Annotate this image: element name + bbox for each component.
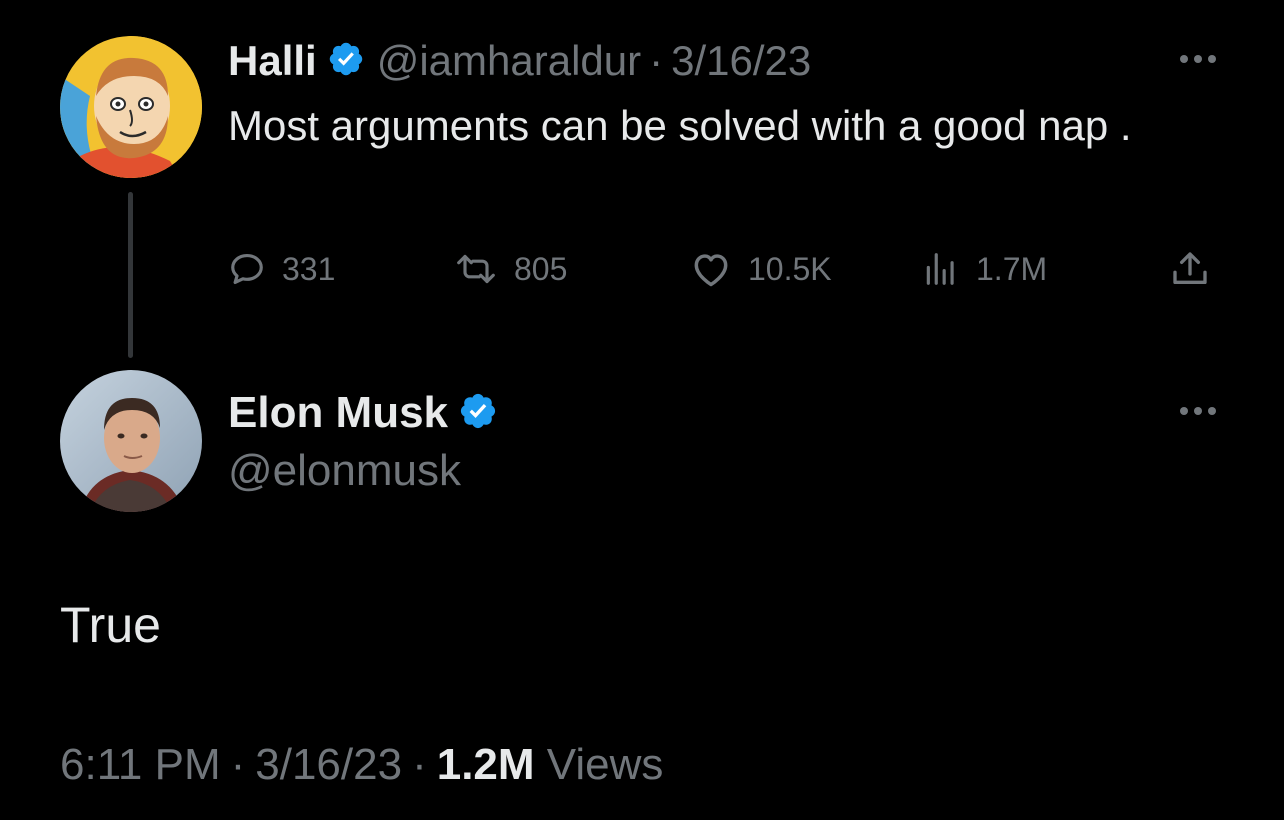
like-count: 10.5K	[748, 250, 832, 287]
reply-tweet-text: True	[60, 597, 161, 653]
views-button[interactable]: 1.7M	[922, 246, 1047, 292]
heart-icon	[694, 254, 728, 287]
separator-dot: ·	[649, 37, 664, 84]
reply-icon	[231, 253, 263, 285]
parent-tweet-date[interactable]: 3/16/23	[671, 37, 811, 84]
views-chart-icon	[926, 253, 954, 285]
share-icon	[1173, 252, 1207, 284]
parent-more-options-icon[interactable]	[1168, 44, 1228, 74]
parent-author-name[interactable]: Halli	[228, 37, 317, 85]
reply-views-count[interactable]: 1.2M	[437, 740, 535, 789]
reply-views-label: Views	[546, 740, 664, 789]
reply-tweet-time[interactable]: 6:11 PM	[60, 740, 221, 789]
parent-handle-and-date: @iamharaldur · 3/16/23	[377, 37, 812, 85]
separator-dot: ·	[230, 740, 246, 789]
verified-badge-icon	[458, 391, 498, 436]
views-count: 1.7M	[976, 250, 1048, 287]
retweet-button[interactable]: 805	[454, 246, 567, 292]
retweet-icon	[457, 254, 495, 284]
reply-tweet-date[interactable]: 3/16/23	[255, 740, 402, 789]
cartoon-avatar-icon	[60, 36, 202, 178]
reply-more-options-icon[interactable]	[1168, 396, 1228, 426]
share-button[interactable]	[1168, 246, 1212, 292]
reply-count: 331	[282, 250, 336, 287]
parent-author-handle[interactable]: @iamharaldur	[377, 37, 641, 84]
reply-tweet-meta: 6:11 PM · 3/16/23 · 1.2M Views	[60, 740, 663, 790]
reply-author-header: Elon Musk	[228, 386, 498, 440]
halli-avatar[interactable]	[60, 36, 202, 178]
parent-tweet-header: Halli @iamharaldur · 3/16/23	[228, 36, 811, 86]
thread-connector-line	[128, 192, 133, 358]
elon-avatar[interactable]	[60, 370, 202, 512]
parent-tweet-action-bar: 331 805 10.5K 1.7M	[228, 246, 1228, 292]
reply-author-handle[interactable]: @elonmusk	[228, 446, 461, 496]
reply-author-name[interactable]: Elon Musk	[228, 388, 448, 438]
separator-dot: ·	[412, 740, 427, 789]
like-button[interactable]: 10.5K	[690, 246, 832, 292]
reply-button[interactable]: 331	[228, 246, 335, 292]
parent-tweet-text: Most arguments can be solved with a good…	[228, 102, 1132, 149]
portrait-photo-avatar-icon	[60, 370, 202, 512]
retweet-count: 805	[514, 250, 568, 287]
verified-badge-icon	[327, 40, 365, 83]
